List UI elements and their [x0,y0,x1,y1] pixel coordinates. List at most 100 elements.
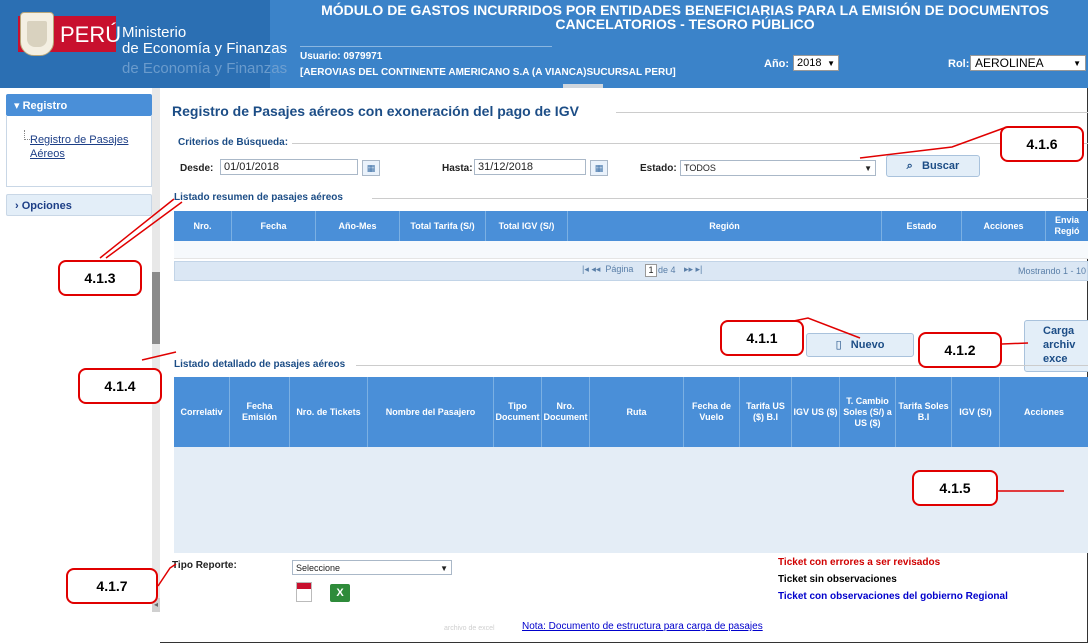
summary-table-header: Nro. Fecha Año-Mes Total Tarifa (S/) Tot… [174,211,1088,241]
column-header[interactable]: Estado [882,211,962,241]
pager-next-last-icon[interactable]: ▸▸ ▸| [684,264,702,275]
calendar-icon[interactable]: ▦ [362,160,380,176]
column-header[interactable]: Nro. [174,211,232,241]
column-header[interactable]: Fecha [232,211,316,241]
table-row [174,241,1088,259]
estado-select[interactable]: TODOS ▼ [680,160,876,176]
callout-4-1-4: 4.1.4 [78,368,162,404]
sidebar-scroll-thumb[interactable] [152,272,160,344]
callout-4-1-6: 4.1.6 [1000,126,1084,162]
buscar-label: Buscar [922,160,960,172]
module-title: MÓDULO DE GASTOS INCURRIDOS POR ENTIDADE… [321,2,1049,32]
excel-export-icon[interactable]: X [330,584,350,602]
new-document-icon: ▯ [835,339,845,351]
cargar-label: Carga archiv exce [1043,325,1076,365]
search-criteria-legend: Criterios de Búsqueda: [178,137,293,148]
peru-logo-text: PERÚ [60,22,122,47]
tipo-reporte-label: Tipo Reporte: [172,560,237,571]
pager-total: de 4 [658,265,676,275]
role-select[interactable]: AEROLINEA ▼ [970,55,1086,71]
column-header[interactable]: Nombre del Pasajero [368,377,494,447]
column-header[interactable]: Ruta [590,377,684,447]
sidebar-section-label: Opciones [21,200,72,212]
calendar-icon[interactable]: ▦ [590,160,608,176]
ministry-name-reflection: de Economía y Finanzas [122,60,288,77]
sidebar-section-label: Registro [22,100,68,112]
callout-4-1-2: 4.1.2 [918,332,1002,368]
desde-date-field[interactable]: 01/01/2018 [220,159,358,175]
sidebar-scrollbar[interactable] [152,88,160,612]
column-header[interactable]: Nro. de Tickets [290,377,368,447]
column-header[interactable]: Total Tarifa (S/) [400,211,486,241]
year-value: 2018 [797,57,822,69]
title-divider [616,112,1088,113]
legend-no-observations: Ticket sin observaciones [778,574,897,585]
column-header[interactable]: Envia Regió [1046,211,1088,241]
chevron-down-icon: ▼ [864,164,872,173]
column-header[interactable]: Fecha de Vuelo [684,377,740,447]
callout-4-1-3: 4.1.3 [58,260,142,296]
callout-4-1-1: 4.1.1 [720,320,804,356]
nota-structure-link[interactable]: Nota: Documento de estructura para carga… [522,621,763,632]
pdf-icon-band [297,583,311,589]
pager-showing: Mostrando 1 - 10 [1018,266,1087,276]
page-title: Registro de Pasajes aéreos con exoneraci… [172,103,579,119]
header-collapse-handle[interactable] [563,84,603,88]
summary-list-legend: Listado resumen de pasajes aéreos [174,192,347,203]
criteria-divider [292,143,1088,144]
column-header[interactable]: Año-Mes [316,211,400,241]
column-header[interactable]: Total IGV (S/) [486,211,568,241]
ministry-name-line1: Ministerio [122,24,187,41]
column-header[interactable]: Acciones [962,211,1046,241]
column-header[interactable]: IGV (S/) [952,377,1000,447]
chevron-down-icon: ▼ [827,59,835,68]
user-company: [AEROVIAS DEL CONTINENTE AMERICANO S.A (… [300,67,676,78]
column-header[interactable]: Tarifa Soles B.I [896,377,952,447]
detail-list-legend: Listado detallado de pasajes aéreos [174,359,350,370]
chevron-down-icon: ▼ [440,564,448,573]
column-header[interactable]: Fecha Emisión [230,377,290,447]
sidebar-section-opciones[interactable]: › Opciones [6,194,152,216]
column-header[interactable]: IGV US ($) [792,377,840,447]
tipo-reporte-value: Seleccione [296,563,341,573]
ministry-name-line2: de Economía y Finanzas [122,40,288,57]
sidebar-item-registro-pasajes[interactable]: Registro de Pasajes Aéreos [30,133,130,161]
chevron-down-icon: ▼ [1073,59,1081,68]
year-select[interactable]: 2018 ▼ [793,55,839,71]
nuevo-button[interactable]: ▯ Nuevo [806,333,914,357]
legend-regional-observations: Ticket con observaciones del gobierno Re… [778,591,1008,602]
column-header[interactable]: T. Cambio Soles (S/) a US ($) [840,377,896,447]
column-header[interactable]: Tipo Document [494,377,542,447]
estado-label: Estado: [640,163,677,174]
column-header[interactable]: Región [568,211,882,241]
pager-first-prev-icon[interactable]: |◂ ◂◂ Página [582,264,633,275]
pager-page-label: Página [605,264,634,274]
chevron-right-icon: › [15,200,22,212]
hasta-label: Hasta: [442,163,473,174]
column-header[interactable]: Tarifa US ($) B.I [740,377,792,447]
nota-shadow-text: archivo de excel [444,625,495,632]
chevron-down-icon: ▾ [14,100,23,112]
summary-divider [372,198,1088,199]
column-header[interactable]: Acciones [1000,377,1088,447]
coat-of-arms-icon [20,12,54,56]
hasta-date-field[interactable]: 31/12/2018 [474,159,586,175]
column-header[interactable]: Nro. Document [542,377,590,447]
legend-errors: Ticket con errores a ser revisados [778,557,941,568]
detail-table-header: Correlativ Fecha Emisión Nro. de Tickets… [174,377,1088,447]
buscar-button[interactable]: ⌕ Buscar [886,155,980,177]
user-id: Usuario: 0979971 [300,51,383,62]
role-value: AEROLINEA [975,56,1044,70]
search-icon: ⌕ [906,160,916,172]
desde-label: Desde: [180,163,214,174]
role-label: Rol: [948,58,970,70]
tipo-reporte-select[interactable]: Seleccione ▼ [292,560,452,575]
callout-4-1-5: 4.1.5 [912,470,998,506]
column-header[interactable]: Correlativ [174,377,230,447]
pager-page-input[interactable]: 1 [645,264,657,277]
estado-value: TODOS [684,163,716,173]
year-label: Año: [764,58,790,70]
sidebar-section-registro[interactable]: ▾ Registro [6,94,152,116]
nuevo-label: Nuevo [850,339,885,351]
header-divider [300,46,552,47]
